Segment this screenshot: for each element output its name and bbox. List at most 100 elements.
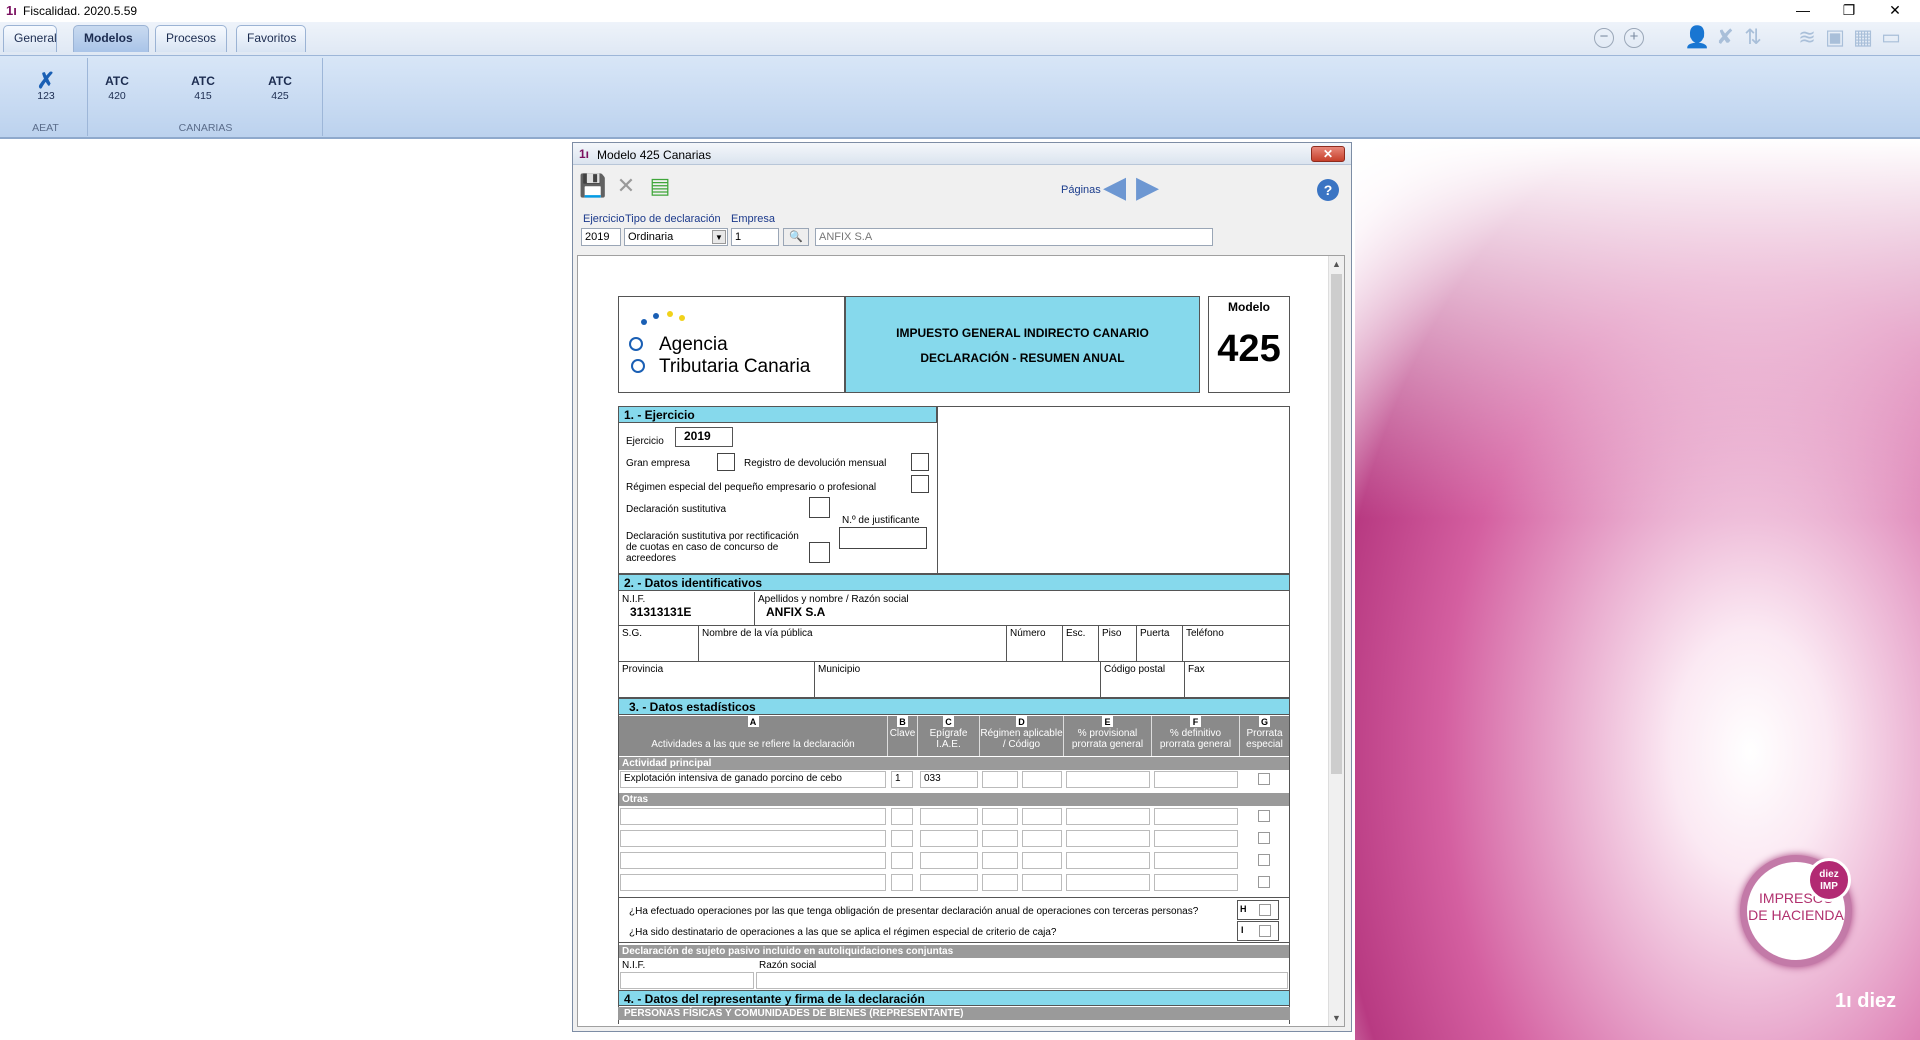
otras-epigrafe-input[interactable]	[920, 808, 978, 825]
badge-line2: IMP	[1820, 881, 1838, 892]
otras-clave-input[interactable]	[891, 808, 913, 825]
dialog-close-button[interactable]: ✕	[1311, 146, 1345, 162]
otras-codigo-input[interactable]	[1022, 852, 1062, 869]
actividad-principal-input[interactable]: Explotación intensiva de ganado porcino …	[620, 771, 886, 788]
otras-clave-input[interactable]	[891, 874, 913, 891]
otras-codigo-input[interactable]	[1022, 830, 1062, 847]
search-icon[interactable]: 🔍	[783, 228, 809, 246]
n-justificante-field[interactable]	[839, 527, 927, 549]
ribbon-item-123[interactable]: ✗ 123	[18, 66, 74, 118]
otras-codigo-input[interactable]	[1022, 808, 1062, 825]
minimize-button[interactable]: —	[1780, 0, 1826, 22]
otras-definitivo-input[interactable]	[1154, 808, 1238, 825]
sg-cell: S.G.	[619, 626, 699, 662]
otras-actividad-input[interactable]	[620, 874, 886, 891]
definitivo-input[interactable]	[1154, 771, 1238, 788]
ejercicio-input[interactable]: 2019	[581, 228, 621, 246]
tab-procesos[interactable]: Procesos	[155, 25, 227, 52]
ribbon-item-425[interactable]: ATC 425	[252, 66, 308, 118]
restore-button[interactable]: ❐	[1826, 0, 1872, 22]
otras-definitivo-input[interactable]	[1154, 874, 1238, 891]
imp-line2: DE HACIENDA	[1748, 907, 1844, 923]
tab-general[interactable]: General	[3, 25, 57, 52]
registro-checkbox[interactable]	[911, 453, 929, 471]
form-document[interactable]: ▲ ▼ Agencia Tributaria Canaria IMPUESTO …	[577, 255, 1345, 1027]
scroll-thumb[interactable]	[1331, 274, 1342, 774]
calculator-icon[interactable]: ▦	[1850, 26, 1876, 50]
section-datos-identificativos: 2. - Datos identificativos N.I.F. 313131…	[618, 574, 1290, 698]
nif-value: 31313131E	[630, 605, 692, 619]
otras-actividad-input[interactable]	[620, 852, 886, 869]
otras-clave-input[interactable]	[891, 830, 913, 847]
otras-provisional-input[interactable]	[1066, 830, 1150, 847]
ribbon-item-420[interactable]: ATC 420	[89, 66, 145, 118]
codigo-input[interactable]	[1022, 771, 1062, 788]
otras-provisional-input[interactable]	[1066, 852, 1150, 869]
regimen-input[interactable]	[982, 771, 1018, 788]
otras-regimen-input[interactable]	[982, 830, 1018, 847]
s1-ejercicio-field[interactable]: 2019	[675, 427, 733, 447]
question-2-checkbox[interactable]	[1259, 925, 1271, 937]
tipo-declaracion-select[interactable]: Ordinaria ▼	[624, 228, 728, 246]
epigrafe-input[interactable]: 033	[920, 771, 978, 788]
otras-prorrata-checkbox[interactable]	[1258, 876, 1270, 888]
empresa-input[interactable]: 1	[731, 228, 779, 246]
user-icon[interactable]: 👤	[1684, 26, 1710, 50]
otras-epigrafe-input[interactable]	[920, 830, 978, 847]
otras-actividad-input[interactable]	[620, 808, 886, 825]
sustitutiva-checkbox[interactable]	[809, 497, 830, 518]
otras-provisional-input[interactable]	[1066, 808, 1150, 825]
rectificacion-checkbox[interactable]	[809, 542, 830, 563]
regimen-label: Régimen especial del pequeño empresario …	[626, 482, 877, 493]
new-document-icon[interactable]: ▤	[647, 173, 673, 199]
col-b-header: B Clave	[888, 716, 918, 756]
otras-definitivo-input[interactable]	[1154, 852, 1238, 869]
scroll-up-icon[interactable]: ▲	[1329, 256, 1344, 272]
tools-icon[interactable]: ✘	[1712, 26, 1738, 50]
ribbon: ✗ 123 AEAT ATC 420 ATC 415 ATC 425 CANAR…	[0, 55, 1920, 139]
otras-prorrata-checkbox[interactable]	[1258, 832, 1270, 844]
sujeto-nif-input[interactable]	[620, 972, 754, 989]
clave-input[interactable]: 1	[891, 771, 913, 788]
regimen-checkbox[interactable]	[911, 475, 929, 493]
question-1-box[interactable]: H	[1237, 900, 1279, 920]
tab-favoritos[interactable]: Favoritos	[236, 25, 306, 52]
previous-page-icon[interactable]: ◀	[1103, 173, 1131, 203]
agency-line2: Tributaria Canaria	[659, 356, 811, 377]
window-icon[interactable]: ▣	[1822, 26, 1848, 50]
col-e-header: E% provisional prorrata general	[1064, 716, 1152, 756]
otras-codigo-input[interactable]	[1022, 874, 1062, 891]
close-button[interactable]: ✕	[1872, 0, 1918, 22]
help-icon[interactable]: ?	[1317, 179, 1339, 201]
otras-prorrata-checkbox[interactable]	[1258, 810, 1270, 822]
question-1-checkbox[interactable]	[1259, 904, 1271, 916]
otras-definitivo-input[interactable]	[1154, 830, 1238, 847]
provisional-input[interactable]	[1066, 771, 1150, 788]
otras-clave-input[interactable]	[891, 852, 913, 869]
vertical-scrollbar[interactable]: ▲ ▼	[1328, 256, 1344, 1026]
stack-icon[interactable]: ≋	[1794, 26, 1820, 50]
gran-empresa-checkbox[interactable]	[717, 453, 735, 471]
otras-epigrafe-input[interactable]	[920, 852, 978, 869]
otras-provisional-input[interactable]	[1066, 874, 1150, 891]
otras-regimen-input[interactable]	[982, 808, 1018, 825]
otras-actividad-input[interactable]	[620, 830, 886, 847]
otras-regimen-input[interactable]	[982, 874, 1018, 891]
save-icon[interactable]: 💾	[579, 173, 606, 199]
otras-regimen-input[interactable]	[982, 852, 1018, 869]
otras-prorrata-checkbox[interactable]	[1258, 854, 1270, 866]
zoom-in-icon[interactable]: +	[1624, 28, 1644, 48]
prorrata-checkbox[interactable]	[1258, 773, 1270, 785]
scroll-down-icon[interactable]: ▼	[1329, 1010, 1344, 1026]
zoom-out-icon[interactable]: −	[1594, 28, 1614, 48]
tab-modelos[interactable]: Modelos	[73, 25, 149, 52]
otras-epigrafe-input[interactable]	[920, 874, 978, 891]
cancel-icon[interactable]: ✕	[613, 173, 639, 199]
ribbon-item-415[interactable]: ATC 415	[175, 66, 231, 118]
next-page-icon[interactable]: ▶	[1136, 173, 1164, 203]
sujeto-razon-input[interactable]	[756, 972, 1288, 989]
chevron-down-icon[interactable]: ▼	[712, 230, 726, 244]
sort-icon[interactable]: ⇅	[1740, 26, 1766, 50]
monitor-icon[interactable]: ▭	[1878, 26, 1904, 50]
question-2-box[interactable]: I	[1237, 921, 1279, 941]
